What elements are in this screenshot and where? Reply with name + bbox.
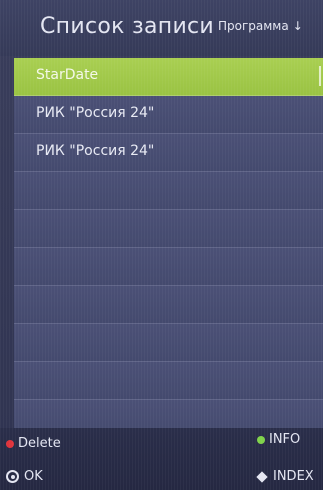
recording-row[interactable] [14,362,323,400]
recording-row[interactable] [14,210,323,248]
green-dot-icon [257,435,265,444]
index-legend[interactable]: INDEX [256,469,314,484]
recordings-screen: Список записи Программа ↓ StarDate РИК "Р… [0,0,323,490]
recording-row[interactable] [14,248,323,286]
page-title: Список записи [40,14,215,39]
recording-row[interactable] [14,286,323,324]
info-label: INFO [269,432,301,447]
ok-legend[interactable]: OK [6,469,43,484]
recording-list: StarDate РИК "Россия 24" РИК "Россия 24" [14,58,323,438]
delete-label: Delete [18,436,61,451]
sort-selector[interactable]: Программа ↓ [218,19,303,33]
recording-row[interactable]: РИК "Россия 24" [14,134,323,172]
index-label: INDEX [273,469,314,484]
delete-legend[interactable]: Delete [6,436,61,451]
sort-arrow-icon: ↓ [292,19,303,33]
recording-row[interactable]: РИК "Россия 24" [14,96,323,134]
recording-row[interactable]: StarDate [14,58,323,96]
recording-title: StarDate [36,67,99,83]
diamond-icon [256,470,268,483]
ok-label: OK [24,469,43,484]
red-dot-icon [6,439,14,448]
header: Список записи Программа ↓ [0,0,323,56]
sort-label: Программа [218,19,289,33]
recording-title: РИК "Россия 24" [36,105,155,121]
footer-legend: Delete INFO OK INDEX [0,428,323,490]
ok-circle-icon [6,470,19,483]
recording-title: РИК "Россия 24" [36,143,155,159]
info-legend[interactable]: INFO [257,432,300,447]
recording-row[interactable] [14,324,323,362]
recording-row[interactable] [14,172,323,210]
